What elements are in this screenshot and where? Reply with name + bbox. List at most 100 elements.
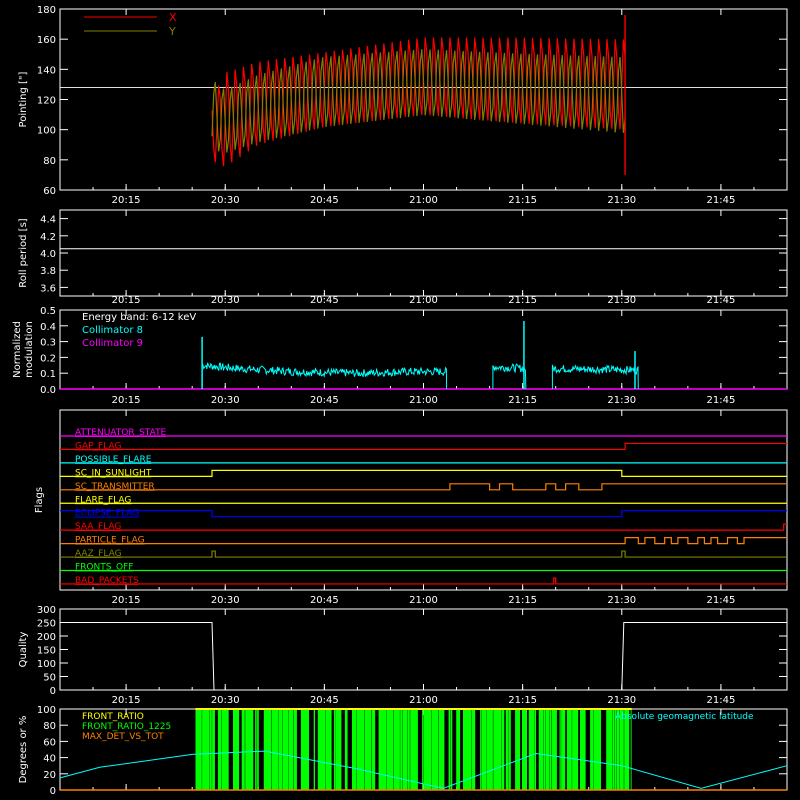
front-ratio-1225-bar <box>313 709 315 790</box>
ratios-ylabel: Degrees or % <box>18 716 29 784</box>
front-ratio-1225-bar <box>386 709 394 790</box>
quality-xtick-label: 20:15 <box>112 695 141 706</box>
ratio-legend-front-ratio-1225: FRONT_RATIO_1225 <box>82 722 171 732</box>
pointing-ytick-label: 80 <box>43 156 56 167</box>
front-ratio-1225-bar <box>344 709 348 790</box>
quality-ytick-label: 150 <box>37 646 56 657</box>
pointing-ytick-label: 140 <box>37 65 56 76</box>
modulation-ytick-label: 0.5 <box>40 306 56 317</box>
pointing-xtick-label: 20:45 <box>310 195 339 206</box>
front-ratio-1225-bar <box>486 709 493 790</box>
front-ratio-1225-bar <box>371 709 376 790</box>
hessi-quicklook-chart: 60 80 100 120 140 160 180 20:15 20:30 20:45 21:00 2… <box>0 0 800 800</box>
front-ratio-1225-bar <box>217 709 222 790</box>
modulation-xtick-label: 21:00 <box>409 395 438 406</box>
flags-xtick-label: 20:30 <box>211 595 240 606</box>
front-ratio-1225-bar <box>245 709 254 790</box>
front-ratio-1225-bar <box>288 709 294 790</box>
front-ratio-1225-bar <box>480 709 482 790</box>
front-ratio-1225-bar <box>263 709 272 790</box>
ratios-ytick-label: 20 <box>43 770 56 781</box>
front-ratio-1225-bar <box>543 709 546 790</box>
pointing-ylabel: Pointing ["] <box>18 71 29 127</box>
flags-ylabel: Flags <box>34 487 45 513</box>
flags-xtick-label: 21:45 <box>706 595 735 606</box>
front-ratio-1225-bar <box>293 709 297 790</box>
quality-xtick-label: 20:30 <box>211 695 240 706</box>
modulation-ytick-label: 0.2 <box>40 353 56 364</box>
quality-ytick-label: 300 <box>37 605 56 616</box>
front-ratio-1225-bar <box>606 709 613 790</box>
ratios-ytick-label: 100 <box>37 705 56 716</box>
pointing-ytick-label: 120 <box>37 96 56 107</box>
front-ratio-1225-bar <box>378 709 386 790</box>
roll-ytick-label: 4.4 <box>40 215 56 226</box>
front-ratio-1225-bar <box>493 709 502 790</box>
modulation-energy-band-annotation: Energy band: 6-12 keV <box>82 312 196 323</box>
ratio-legend-front-ratio: FRONT_RATIO <box>82 712 144 722</box>
roll-ytick-label: 3.6 <box>40 283 56 294</box>
quality-xtick-label: 21:00 <box>409 695 438 706</box>
roll-ytick-label: 4.0 <box>40 249 56 260</box>
front-ratio-1225-bar <box>559 709 561 790</box>
quality-ytick-label: 200 <box>37 632 56 643</box>
roll-xtick-label: 21:45 <box>706 295 735 306</box>
front-ratio-1225-bar <box>407 709 410 790</box>
front-ratio-1225-bar <box>241 709 245 790</box>
roll-ytick-label: 4.2 <box>40 232 56 243</box>
modulation-ylabel-line2: modulation <box>24 321 35 378</box>
pointing-xtick-label: 21:15 <box>508 195 537 206</box>
modulation-ylabel-line1: Normalized <box>12 321 23 378</box>
front-ratio-1225-bar <box>528 709 535 790</box>
roll-ylabel: Roll period [s] <box>18 218 29 287</box>
flags-xtick-label: 21:00 <box>409 595 438 606</box>
modulation-ytick-label: 0.0 <box>40 385 56 396</box>
front-ratio-1225-bar <box>400 709 403 790</box>
modulation-xtick-label: 20:45 <box>310 395 339 406</box>
front-ratio-1225-bar <box>501 709 505 790</box>
quality-ytick-label: 50 <box>43 673 56 684</box>
front-ratio-1225-bar <box>352 709 357 790</box>
front-ratio-1225-bar <box>423 709 432 790</box>
front-ratio-1225-bar <box>522 709 527 790</box>
front-ratio-1225-bar <box>333 709 336 790</box>
pointing-xtick-label: 21:45 <box>706 195 735 206</box>
roll-xtick-label: 20:45 <box>310 295 339 306</box>
front-ratio-1225-bar <box>356 709 365 790</box>
front-ratio-1225-bar <box>481 709 487 790</box>
front-ratio-1225-bar <box>402 709 408 790</box>
front-ratio-1225-bar <box>364 709 372 790</box>
front-ratio-1225-bar <box>300 709 309 790</box>
modulation-xtick-label: 20:15 <box>112 395 141 406</box>
front-ratio-1225-bar <box>572 709 579 790</box>
front-ratio-1225-bar <box>221 709 229 790</box>
quality-xtick-label: 20:45 <box>310 695 339 706</box>
pointing-ytick-label: 180 <box>37 5 56 16</box>
ratios-ytick-label: 0 <box>50 786 56 797</box>
front-ratio-1225-bar <box>255 709 257 790</box>
front-ratio-1225-bar <box>325 709 332 790</box>
pointing-xtick-label: 20:30 <box>211 195 240 206</box>
front-ratio-1225-bar <box>278 709 283 790</box>
front-ratio-1225-bar <box>450 709 453 790</box>
roll-xtick-label: 20:15 <box>112 295 141 306</box>
front-ratio-1225-bar <box>282 709 289 790</box>
quality-ytick-label: 0 <box>50 686 56 697</box>
roll-xtick-label: 21:15 <box>508 295 537 306</box>
pointing-xtick-label: 21:00 <box>409 195 438 206</box>
front-ratio-1225-bar <box>195 709 202 790</box>
front-ratio-1225-bar <box>561 709 566 790</box>
front-ratio-1225-bar <box>438 709 445 790</box>
front-ratio-1225-bar <box>590 709 594 790</box>
front-ratio-1225-bar <box>456 709 461 790</box>
flags-xtick-label: 21:15 <box>508 595 537 606</box>
roll-xtick-label: 21:00 <box>409 295 438 306</box>
front-ratio-1225-bar <box>448 709 450 790</box>
front-ratio-1225-bar <box>505 709 509 790</box>
front-ratio-1225-bar <box>593 709 601 790</box>
quality-xtick-label: 21:30 <box>607 695 636 706</box>
modulation-ytick-label: 0.3 <box>40 338 56 349</box>
front-ratio-1225-bar <box>202 709 210 790</box>
front-ratio-1225-bar <box>410 709 418 790</box>
quality-ytick-label: 250 <box>37 619 56 630</box>
